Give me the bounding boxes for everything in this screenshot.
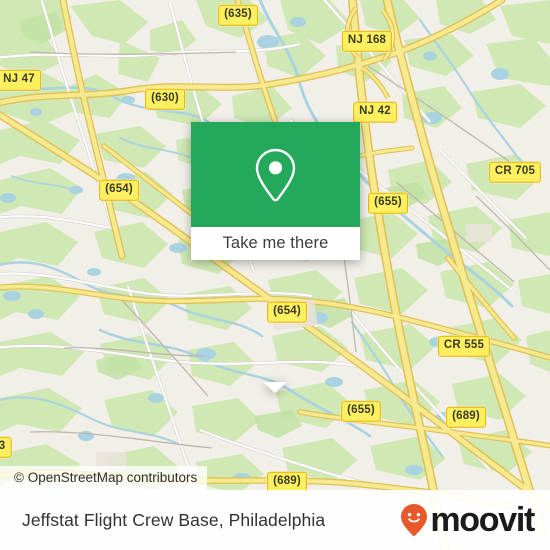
road-shield: CR 555 <box>437 335 491 357</box>
take-me-there-callout[interactable]: Take me there <box>191 122 360 393</box>
road-shield: NJ 168 <box>341 30 393 52</box>
map-pin-icon <box>255 148 296 201</box>
callout-tail <box>263 382 287 393</box>
road-shield: CR 705 <box>488 161 542 183</box>
road-shield: (655) <box>341 400 381 422</box>
moovit-map-screenshot: (635) NJ 168 NJ 47 (630) NJ 42 CR 705 (654) (65… <box>0 0 550 550</box>
road-shield: NJ 47 <box>0 69 41 91</box>
road-shield: (635) <box>218 4 258 26</box>
place-title: Jeffstat Flight Crew Base, Philadelphia <box>22 509 326 530</box>
moovit-logo[interactable]: moovit <box>399 501 535 539</box>
moovit-pin-icon <box>401 504 428 537</box>
take-me-there-label: Take me there <box>222 234 329 252</box>
bottom-bar: Jeffstat Flight Crew Base, Philadelphia … <box>0 490 550 550</box>
road-shield: (655) <box>368 192 408 214</box>
road-shield: (689) <box>446 406 486 428</box>
callout-action-area[interactable]: Take me there <box>191 227 360 260</box>
road-shield: (630) <box>145 88 185 110</box>
road-shield: NJ 42 <box>353 101 397 123</box>
road-shield: (654) <box>267 301 307 323</box>
moovit-wordmark: moovit <box>430 501 535 539</box>
road-shield: (654) <box>99 179 139 201</box>
callout-image-area <box>191 122 360 227</box>
road-shield: 3 <box>0 436 12 458</box>
openstreetmap-attribution[interactable]: © OpenStreetMap contributors <box>0 466 208 490</box>
